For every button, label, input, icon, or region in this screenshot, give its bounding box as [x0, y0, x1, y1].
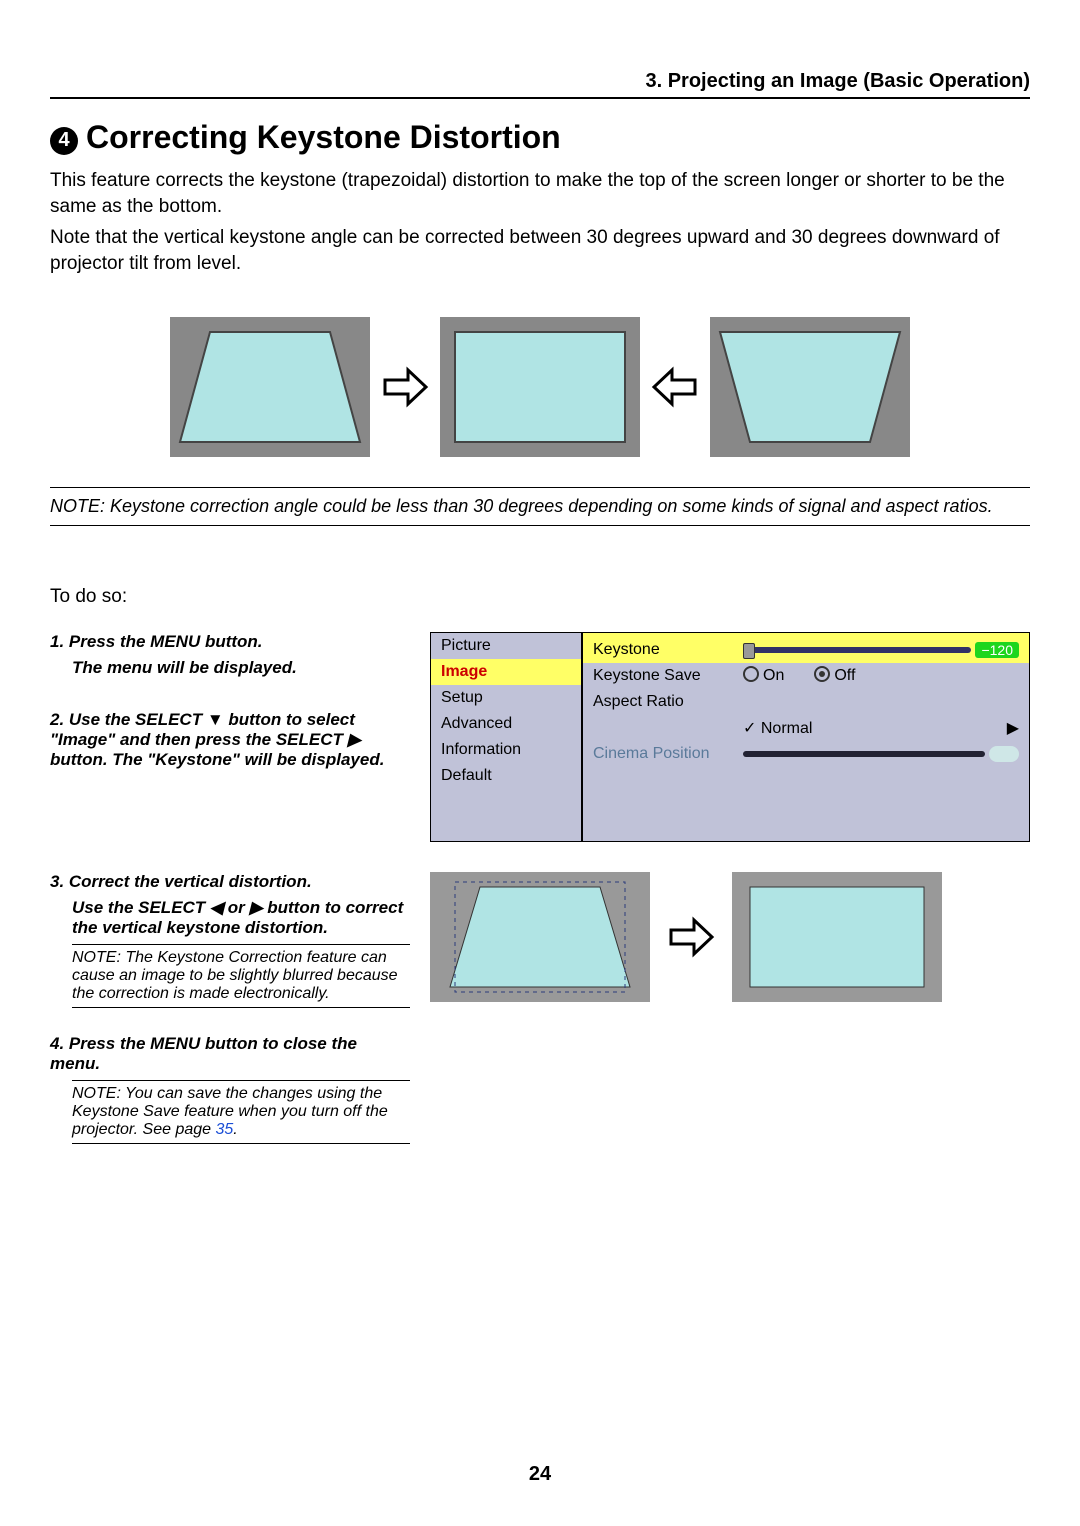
trapezoid-top-narrow: [170, 317, 370, 457]
trapezoid-bottom-narrow: [710, 317, 910, 457]
menu-item-default: Default: [431, 763, 581, 789]
todo-label: To do so:: [50, 586, 1030, 608]
row-cinema-position: Cinema Position: [593, 741, 1019, 767]
after-correction-box: [732, 872, 942, 1002]
page-link[interactable]: 35: [216, 1121, 234, 1138]
menu-item-picture: Picture: [431, 633, 581, 659]
label-keystone: Keystone: [593, 641, 743, 659]
step-3-sub: Use the SELECT ◀ or ▶ button to correct …: [72, 898, 410, 938]
label-keystone-save: Keystone Save: [593, 667, 743, 685]
step-2: 2. Use the SELECT ▼ button to select "Im…: [50, 710, 410, 770]
row-aspect-ratio: Aspect Ratio: [593, 689, 1019, 715]
keystone-diagram-row: [50, 317, 1030, 457]
blur-note: NOTE: The Keystone Correction feature ca…: [72, 944, 410, 1008]
section-title: 4 Correcting Keystone Distortion: [50, 119, 1030, 156]
chapter-header: 3. Projecting an Image (Basic Operation): [50, 70, 1030, 99]
row-aspect-value: ✓ Normal ▶: [593, 715, 1019, 741]
label-cinema-position: Cinema Position: [593, 745, 743, 763]
save-note: NOTE: You can save the changes using the…: [72, 1080, 410, 1144]
manual-page: 3. Projecting an Image (Basic Operation)…: [0, 0, 1080, 1526]
row-keystone: Keystone −120: [583, 633, 1029, 663]
steps-column: 1. Press the MENU button. The menu will …: [50, 632, 410, 842]
cinema-slider: [743, 746, 1019, 762]
menu-item-setup: Setup: [431, 685, 581, 711]
osd-menu-figure: Picture Image Setup Advanced Information…: [430, 632, 1030, 842]
menu-item-advanced: Advanced: [431, 711, 581, 737]
keystone-slider: −120: [743, 642, 1019, 658]
step-4: 4. Press the MENU button to close the me…: [50, 1034, 410, 1074]
rectangle-normal: [440, 317, 640, 457]
step-3: 3. Correct the vertical distortion.: [50, 872, 410, 892]
osd-menu-right-panel: Keystone −120 Keystone Save On Off Aspec…: [582, 632, 1030, 842]
radio-off: Off: [814, 666, 855, 685]
menu-item-information: Information: [431, 737, 581, 763]
osd-menu-left-panel: Picture Image Setup Advanced Information…: [430, 632, 582, 842]
step-1-sub: The menu will be displayed.: [72, 658, 410, 678]
paragraph-1: This feature corrects the keystone (trap…: [50, 168, 1030, 219]
keystone-value: −120: [975, 642, 1019, 658]
step-1: 1. Press the MENU button.: [50, 632, 410, 652]
row-keystone-save: Keystone Save On Off: [593, 663, 1019, 689]
before-correction-box: [430, 872, 650, 1002]
menu-item-image: Image: [431, 659, 581, 685]
angle-note: NOTE: Keystone correction angle could be…: [50, 487, 1030, 526]
correction-illustration: [430, 872, 1030, 1002]
arrow-right-icon: [666, 912, 716, 962]
paragraph-2: Note that the vertical keystone angle ca…: [50, 225, 1030, 276]
label-aspect-ratio: Aspect Ratio: [593, 693, 743, 711]
page-number: 24: [0, 1463, 1080, 1486]
radio-on: On: [743, 666, 784, 685]
submenu-arrow-icon: ▶: [1007, 718, 1019, 738]
steps-column-2: 3. Correct the vertical distortion. Use …: [50, 872, 410, 1150]
section-number-badge: 4: [50, 127, 78, 155]
section-title-text: Correcting Keystone Distortion: [86, 119, 561, 155]
check-normal: ✓ Normal: [743, 718, 812, 738]
arrow-right-icon: [380, 362, 430, 412]
arrow-left-icon: [650, 362, 700, 412]
